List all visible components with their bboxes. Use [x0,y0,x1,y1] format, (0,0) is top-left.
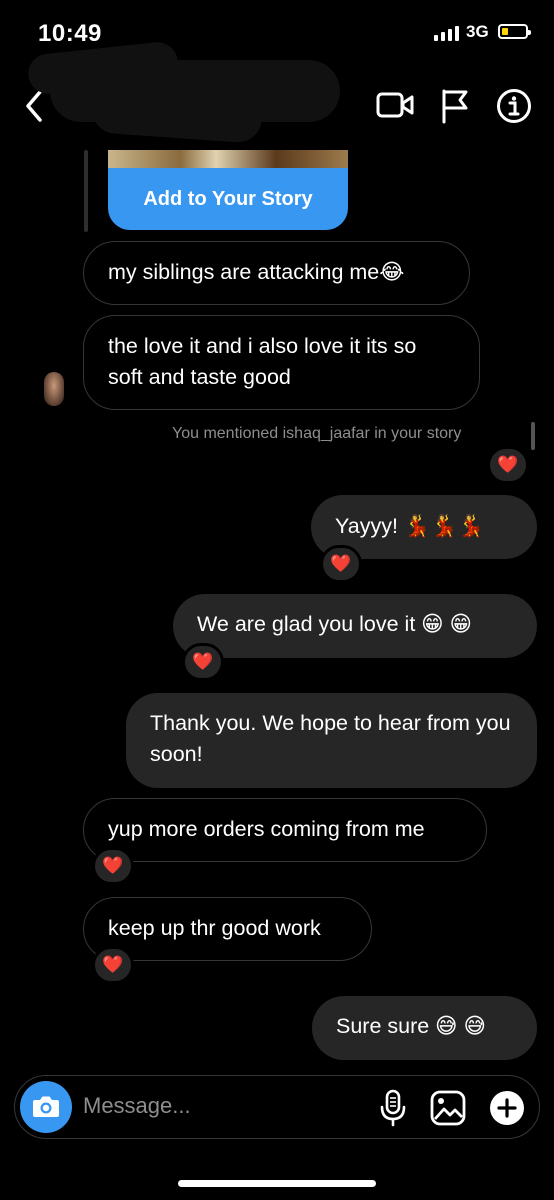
network-type: 3G [466,22,489,41]
heart-reaction-icon[interactable]: ❤️ [487,446,529,484]
shared-story-card[interactable]: Add to Your Story [108,150,348,230]
camera-icon [33,1096,59,1117]
message-incoming[interactable]: my siblings are attacking me😂 [83,241,470,305]
heart-reaction-icon[interactable]: ❤️ [92,847,134,885]
scroll-indicator [531,422,535,450]
heart-reaction-icon[interactable]: ❤️ [182,643,224,681]
camera-button[interactable] [20,1081,72,1133]
story-mention-notice: You mentioned ishaq_jaafar in your story [172,425,462,442]
video-call-icon[interactable] [376,90,414,120]
contact-avatar[interactable] [44,372,64,406]
flag-icon[interactable] [440,88,470,124]
signal-strength-icon [434,26,459,41]
info-icon[interactable] [496,88,532,124]
message-text: Yayyy! 💃💃💃 [335,514,485,538]
message-outgoing[interactable]: Thank you. We hope to hear from you soon… [126,693,537,788]
heart-reaction-icon[interactable]: ❤️ [92,946,134,984]
microphone-icon[interactable] [379,1088,407,1128]
chat-header [0,40,554,150]
message-outgoing[interactable]: Sure sure 😅 😅 [312,996,537,1060]
status-time: 10:49 [38,20,102,47]
message-input[interactable]: Message... [83,1093,191,1119]
battery-icon [498,24,531,39]
message-composer: Message... [14,1075,540,1139]
gallery-icon[interactable] [429,1089,467,1127]
home-indicator[interactable] [178,1180,376,1187]
heart-reaction-icon[interactable]: ❤️ [320,545,362,583]
message-incoming[interactable]: the love it and i also love it its so so… [83,315,480,410]
reply-indicator-line [84,150,88,232]
add-to-story-button[interactable]: Add to Your Story [108,168,348,230]
message-outgoing[interactable]: We are glad you love it 😁 😁 [173,594,537,658]
story-thumbnail [108,150,348,168]
message-thread[interactable]: Add to Your Story my siblings are attack… [0,150,554,1070]
message-incoming[interactable]: yup more orders coming from me [83,798,487,862]
add-icon[interactable] [488,1089,526,1127]
